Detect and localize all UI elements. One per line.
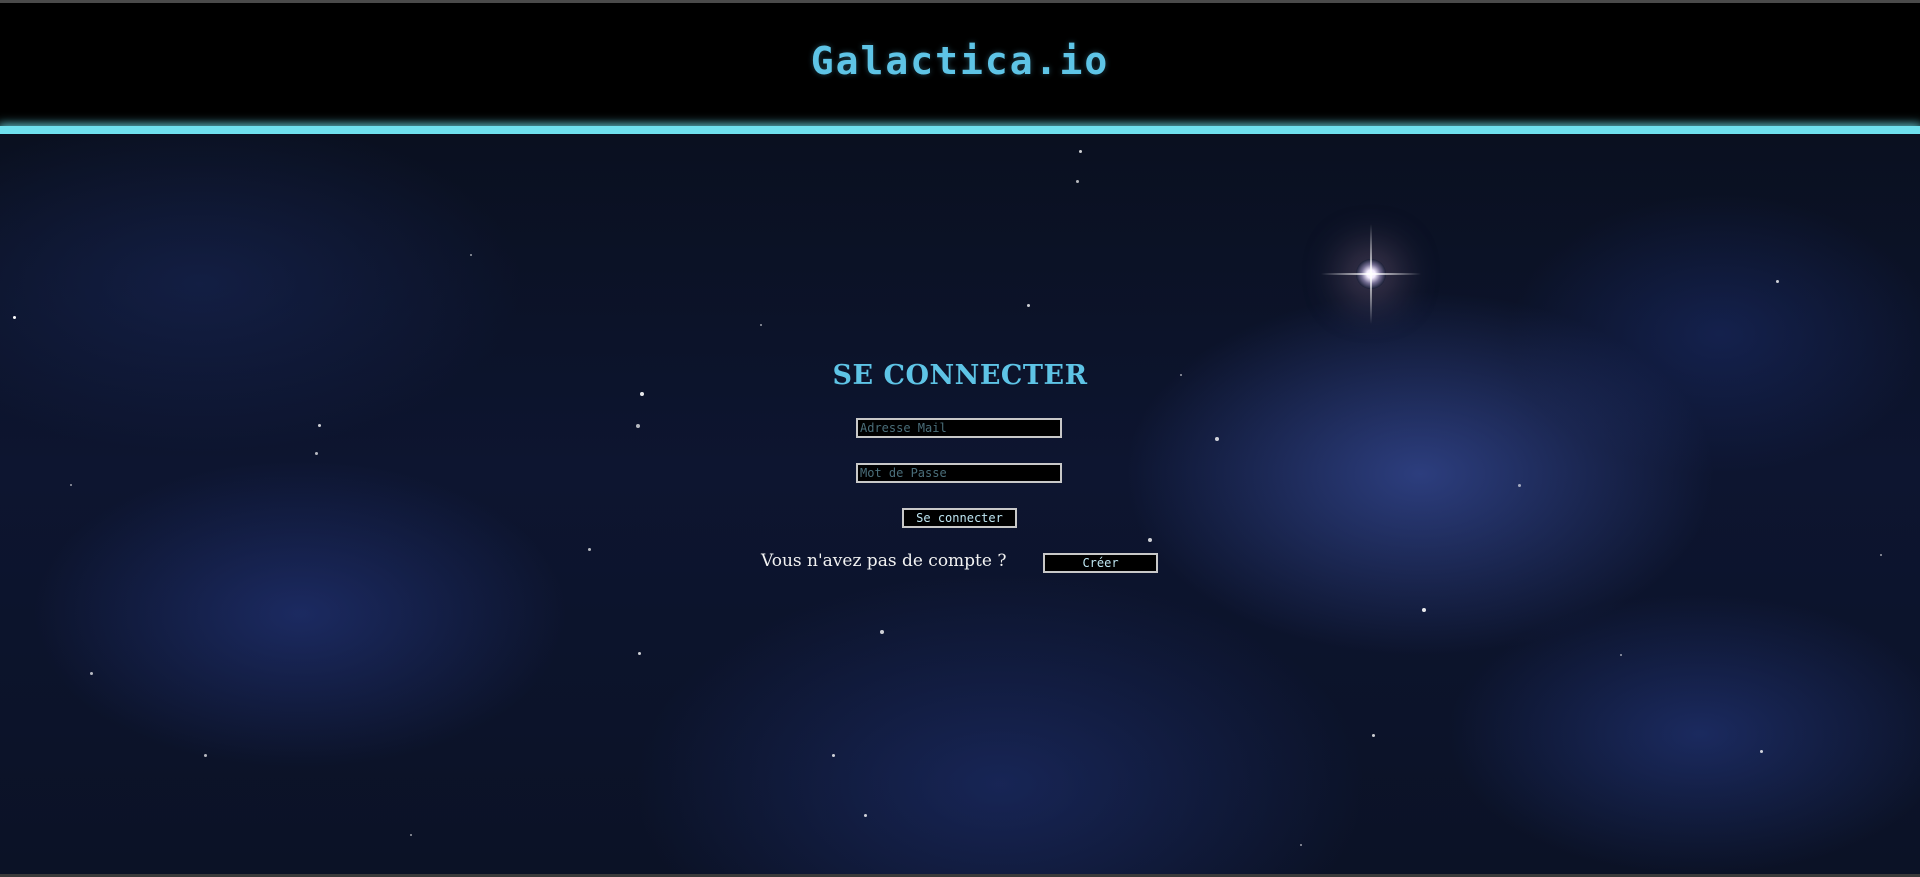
password-field[interactable] [856, 463, 1062, 483]
signup-prompt: Vous n'avez pas de compte ? [761, 551, 1007, 571]
login-panel: SE CONNECTER Se connecter Vous n'avez pa… [0, 0, 1920, 877]
create-account-button[interactable]: Créer [1043, 553, 1158, 573]
login-button[interactable]: Se connecter [902, 508, 1017, 528]
email-field[interactable] [856, 418, 1062, 438]
login-title: SE CONNECTER [832, 360, 1088, 391]
